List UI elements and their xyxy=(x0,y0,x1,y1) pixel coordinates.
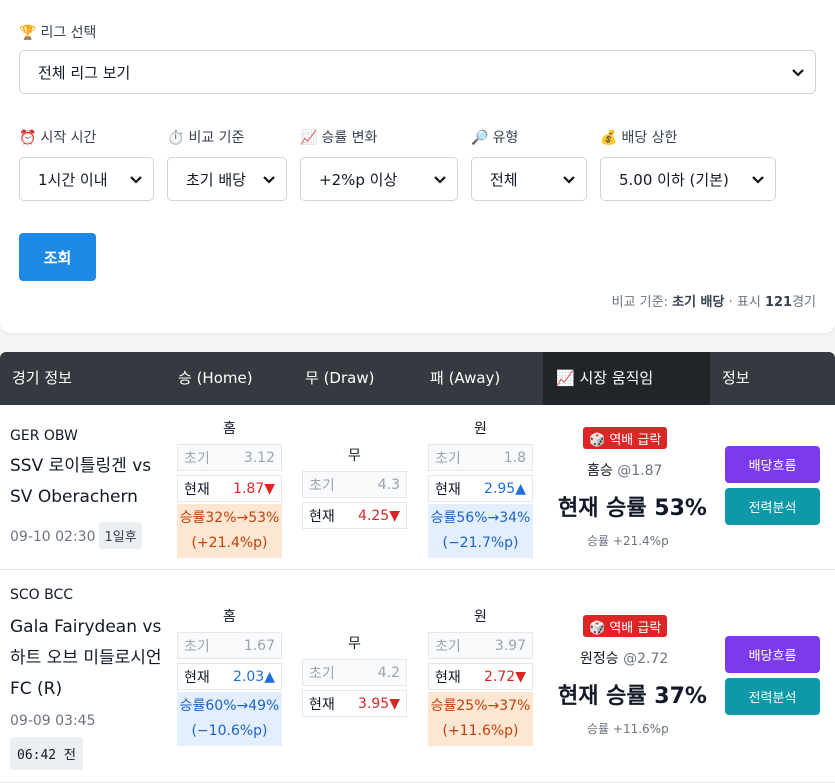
alarm-clock-icon: ⏰ xyxy=(19,130,37,146)
away-winrate-change: 승률25%→37% (+11.6%p) xyxy=(428,692,533,746)
home-label: 홈 xyxy=(223,609,236,625)
current-winrate: 현재 승률 37% xyxy=(558,684,707,709)
draw-label: 무 xyxy=(348,636,361,652)
draw-label: 무 xyxy=(348,448,361,464)
money-bag-icon: 💰 xyxy=(600,130,618,146)
chevron-down-icon xyxy=(563,176,575,184)
odds-flow-button[interactable]: 배당흐름 xyxy=(725,636,820,673)
winrate-change-select[interactable]: +2%p 이상 xyxy=(300,157,458,201)
chevron-down-icon xyxy=(263,176,275,184)
league-code: GER OBW xyxy=(10,428,78,444)
magnifier-icon: 🔎 xyxy=(471,130,489,146)
away-label: 원 xyxy=(474,609,487,625)
type-label: 🔎 유형 xyxy=(471,130,519,146)
header-market-movement: 📈 시장 움직임 xyxy=(543,352,710,405)
result-summary: 비교 기준: 초기 배당 · 표시 121경기 xyxy=(611,295,816,310)
odds-cap-label: 💰 배당 상한 xyxy=(600,130,678,146)
match-teams: Gala Fairydean vs 하트 오브 미들로시언 FC (R) xyxy=(10,617,162,699)
away-label: 원 xyxy=(474,421,487,437)
filter-panel: 🏆 리그 선택 전체 리그 보기 ⏰ 시작 시간 1시간 이내 ⏱️ 비교 기준 초기… xyxy=(0,0,835,333)
trophy-icon: 🏆 xyxy=(19,25,37,41)
chevron-down-icon xyxy=(434,176,446,184)
match-teams: SSV 로이틀링겐 vs SV Oberachern xyxy=(10,456,152,507)
away-current-odds: 현재 2.72▼ xyxy=(428,663,533,690)
home-winrate-change: 승률32%→53% (+21.4%p) xyxy=(177,504,282,558)
table-row: SCO BCC Gala Fairydean vs 하트 오브 미들로시언 FC… xyxy=(0,570,835,783)
start-time-label: ⏰ 시작 시간 xyxy=(19,130,97,146)
countdown-badge: 1일후 xyxy=(99,522,142,549)
countdown-badge: 06:42 전 xyxy=(10,737,83,770)
type-select[interactable]: 전체 xyxy=(471,157,587,201)
analysis-button[interactable]: 전력분석 xyxy=(725,678,820,715)
chevron-down-icon xyxy=(130,176,142,184)
draw-current-odds: 현재 4.25▼ xyxy=(302,502,407,529)
kickoff-time: 09-09 03:45 xyxy=(10,713,96,729)
chart-up-icon: 📈 xyxy=(300,130,318,146)
home-label: 홈 xyxy=(223,421,236,437)
home-winrate-change: 승률60%→49% (−10.6%p) xyxy=(177,692,282,746)
league-code: SCO BCC xyxy=(10,587,74,603)
odds-cap-select[interactable]: 5.00 이하 (기본) xyxy=(600,157,776,201)
table-row: GER OBW SSV 로이틀링겐 vs SV Oberachern 09-10… xyxy=(0,405,835,570)
away-current-odds: 현재 2.95▲ xyxy=(428,475,533,502)
winrate-delta: 승률 +21.4%p xyxy=(587,534,669,548)
away-initial-odds: 초기 3.97 xyxy=(428,632,533,659)
market-pick: 원정승 @2.72 xyxy=(580,651,669,667)
start-time-select[interactable]: 1시간 이내 xyxy=(19,157,154,201)
home-initial-odds: 초기 1.67 xyxy=(177,632,282,659)
chevron-down-icon xyxy=(752,176,764,184)
odds-flow-button[interactable]: 배당흐름 xyxy=(725,446,820,483)
chevron-down-icon xyxy=(792,69,804,77)
away-winrate-change: 승률56%→34% (−21.7%p) xyxy=(428,504,533,558)
compare-basis-select[interactable]: 초기 배당 xyxy=(167,157,287,201)
home-current-odds: 현재 2.03▲ xyxy=(177,663,282,690)
header-info: 정보 xyxy=(722,369,750,387)
home-initial-odds: 초기 3.12 xyxy=(177,444,282,471)
header-match-info: 경기 정보 xyxy=(12,369,72,387)
away-initial-odds: 초기 1.8 xyxy=(428,444,533,471)
header-home: 승 (Home) xyxy=(178,369,253,387)
draw-current-odds: 현재 3.95▼ xyxy=(302,690,407,717)
reverse-drop-badge: 🎲 역배 급락 xyxy=(583,427,668,449)
current-winrate: 현재 승률 53% xyxy=(558,496,707,521)
compare-basis-label: ⏱️ 비교 기준 xyxy=(167,130,245,146)
winrate-change-label: 📈 승률 변화 xyxy=(300,130,378,146)
market-pick: 홈승 @1.87 xyxy=(587,463,663,479)
stopwatch-icon: ⏱️ xyxy=(167,130,185,146)
analysis-button[interactable]: 전력분석 xyxy=(725,488,820,525)
league-label: 🏆 리그 선택 xyxy=(19,25,97,41)
draw-initial-odds: 초기 4.2 xyxy=(302,659,407,686)
league-select[interactable]: 전체 리그 보기 xyxy=(19,50,816,94)
table-header: 경기 정보 승 (Home) 무 (Draw) 패 (Away) 📈 시장 움직… xyxy=(0,352,835,405)
home-current-odds: 현재 1.87▼ xyxy=(177,475,282,502)
reverse-drop-badge: 🎲 역배 급락 xyxy=(583,615,668,637)
search-button[interactable]: 조회 xyxy=(19,233,96,281)
match-table: 경기 정보 승 (Home) 무 (Draw) 패 (Away) 📈 시장 움직… xyxy=(0,352,835,783)
kickoff-time: 09-10 02:30 1일후 xyxy=(10,522,142,549)
draw-initial-odds: 초기 4.3 xyxy=(302,471,407,498)
header-draw: 무 (Draw) xyxy=(305,369,375,387)
header-away: 패 (Away) xyxy=(430,369,501,387)
winrate-delta: 승률 +11.6%p xyxy=(587,722,669,736)
